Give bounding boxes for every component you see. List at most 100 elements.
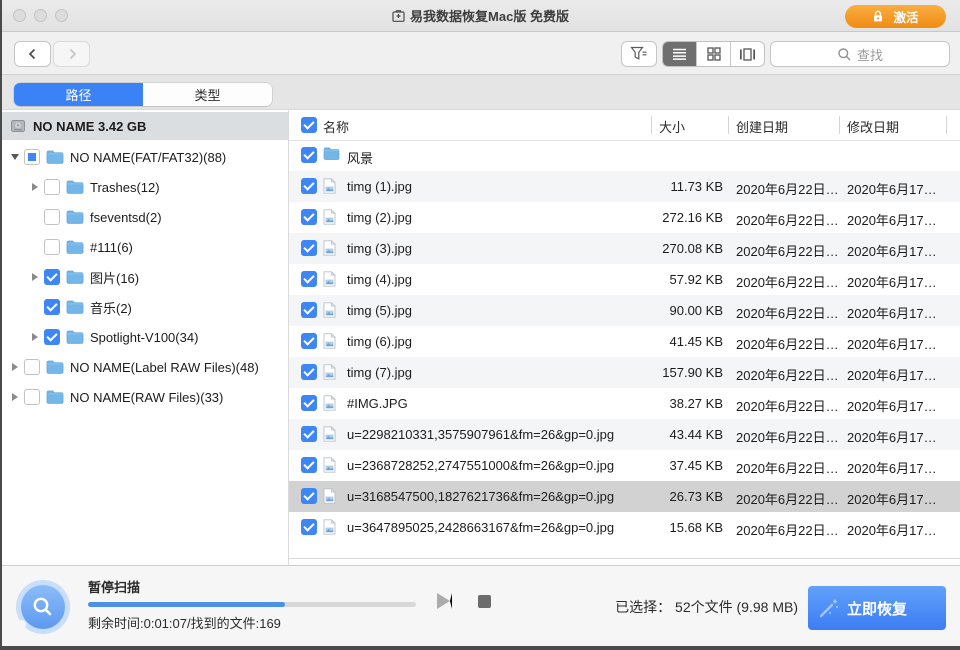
row-checkbox[interactable] — [301, 457, 317, 473]
file-size: 157.90 KB — [635, 365, 723, 380]
row-checkbox[interactable] — [301, 426, 317, 442]
disclosure-right-icon[interactable] — [28, 271, 41, 284]
file-modified: 2020年6月17… — [847, 396, 937, 415]
view-mode-segmented — [662, 41, 765, 67]
column-modified[interactable]: 修改日期 — [847, 117, 899, 136]
disclosure-right-icon[interactable] — [28, 331, 41, 344]
disclosure-right-icon[interactable] — [8, 391, 21, 404]
image-file-icon — [323, 488, 336, 504]
tree-checkbox[interactable] — [44, 209, 60, 225]
file-created: 2020年6月22日… — [736, 520, 839, 539]
image-file-icon — [323, 240, 336, 256]
file-created: 2020年6月22日… — [736, 427, 839, 446]
tree-checkbox[interactable] — [44, 299, 60, 315]
column-divider[interactable] — [728, 116, 729, 134]
table-row[interactable]: #IMG.JPG38.27 KB2020年6月22日…2020年6月17… — [289, 388, 960, 419]
tree-item-label: NO NAME(RAW Files)(33) — [70, 390, 223, 405]
tree-checkbox[interactable] — [24, 149, 40, 165]
table-row[interactable]: timg (1).jpg11.73 KB2020年6月22日…2020年6月17… — [289, 171, 960, 202]
column-divider[interactable] — [651, 116, 652, 134]
scan-progress-fill — [88, 602, 285, 607]
column-divider[interactable] — [946, 116, 947, 134]
tree-item[interactable]: Spotlight-V100(34) — [0, 322, 287, 352]
recover-now-button[interactable]: 立即恢复 — [808, 586, 946, 630]
resume-scan-button[interactable] — [437, 593, 452, 609]
disclosure-down-icon[interactable] — [8, 151, 21, 164]
table-row[interactable]: timg (2).jpg272.16 KB2020年6月22日…2020年6月1… — [289, 202, 960, 233]
row-checkbox[interactable] — [301, 364, 317, 380]
table-row[interactable]: timg (3).jpg270.08 KB2020年6月22日…2020年6月1… — [289, 233, 960, 264]
file-name: u=3647895025,2428663167&fm=26&gp=0.jpg — [347, 520, 614, 535]
window-title-text: 易我数据恢复Mac版 免费版 — [410, 6, 569, 25]
tree-checkbox[interactable] — [44, 269, 60, 285]
tree-item[interactable]: Trashes(12) — [0, 172, 287, 202]
row-checkbox[interactable] — [301, 302, 317, 318]
tree-checkbox[interactable] — [24, 359, 40, 375]
table-row[interactable]: u=3647895025,2428663167&fm=26&gp=0.jpg 15… — [289, 512, 960, 543]
tree-item[interactable]: #111(6) — [0, 232, 287, 262]
stop-scan-button[interactable] — [478, 595, 491, 608]
table-row[interactable]: timg (7).jpg157.90 KB2020年6月22日…2020年6月1… — [289, 357, 960, 388]
table-row[interactable]: 风景 — [289, 140, 960, 171]
device-label: NO NAME 3.42 GB — [33, 119, 146, 134]
column-divider[interactable] — [839, 116, 840, 134]
disclosure-right-icon[interactable] — [8, 361, 21, 374]
column-size[interactable]: 大小 — [659, 117, 685, 136]
tab-path[interactable]: 路径 — [14, 83, 143, 106]
row-checkbox[interactable] — [301, 271, 317, 287]
tree-checkbox[interactable] — [44, 329, 60, 345]
table-row[interactable]: u=2368728252,2747551000&fm=26&gp=0.jpg37… — [289, 450, 960, 481]
tree-item[interactable]: 图片(16) — [0, 262, 287, 292]
file-modified: 2020年6月17… — [847, 520, 937, 539]
tree-item-label: NO NAME(FAT/FAT32)(88) — [70, 150, 226, 165]
folder-icon — [66, 240, 84, 254]
tree-item-label: NO NAME(Label RAW Files)(48) — [70, 360, 259, 375]
tree-item[interactable]: NO NAME(RAW Files)(33) — [0, 382, 287, 412]
file-size: 272.16 KB — [635, 210, 723, 225]
row-checkbox[interactable] — [301, 395, 317, 411]
row-checkbox[interactable] — [301, 240, 317, 256]
filter-button[interactable] — [621, 41, 657, 67]
search-input[interactable]: 查找 — [770, 41, 950, 67]
row-checkbox[interactable] — [301, 488, 317, 504]
image-file-icon — [323, 426, 336, 442]
row-checkbox[interactable] — [301, 209, 317, 225]
column-created[interactable]: 创建日期 — [736, 117, 788, 136]
file-size: 37.45 KB — [635, 458, 723, 473]
tree-item[interactable]: 音乐(2) — [0, 292, 287, 322]
tree-checkbox[interactable] — [44, 179, 60, 195]
row-checkbox[interactable] — [301, 333, 317, 349]
activate-button[interactable]: 激活 — [845, 5, 946, 28]
row-checkbox[interactable] — [301, 519, 317, 535]
selection-summary: 已选择： 52个文件 (9.98 MB) — [615, 597, 798, 617]
tree-checkbox[interactable] — [24, 389, 40, 405]
table-row[interactable]: timg (5).jpg90.00 KB2020年6月22日…2020年6月17… — [289, 295, 960, 326]
tree-item[interactable]: fseventsd(2) — [0, 202, 287, 232]
table-row[interactable]: u=2298210331,3575907961&fm=26&gp=0.jpg43… — [289, 419, 960, 450]
coverflow-view-button[interactable] — [731, 42, 764, 66]
status-bar: 暂停扫描 剩余时间:0:01:07/找到的文件:169 已选择： 52个文件 (… — [0, 565, 960, 650]
tree-checkbox[interactable] — [44, 239, 60, 255]
tree-item[interactable]: NO NAME(FAT/FAT32)(88) — [0, 142, 287, 172]
file-created: 2020年6月22日… — [736, 396, 839, 415]
disclosure-right-icon[interactable] — [28, 181, 41, 194]
file-created: 2020年6月22日… — [736, 458, 839, 477]
forward-button[interactable] — [53, 41, 90, 67]
grid-view-button[interactable] — [697, 42, 731, 66]
back-button[interactable] — [14, 41, 51, 67]
table-row[interactable]: timg (4).jpg57.92 KB2020年6月22日…2020年6月17… — [289, 264, 960, 295]
file-size: 15.68 KB — [635, 520, 723, 535]
folder-icon — [66, 300, 84, 314]
file-modified: 2020年6月17… — [847, 334, 937, 353]
table-row[interactable]: u=3168547500,1827621736&fm=26&gp=0.jpg26… — [289, 481, 960, 512]
nav-buttons — [14, 41, 90, 67]
tree-item[interactable]: NO NAME(Label RAW Files)(48) — [0, 352, 287, 382]
table-row[interactable]: timg (6).jpg41.45 KB2020年6月22日…2020年6月17… — [289, 326, 960, 357]
row-checkbox[interactable] — [301, 147, 317, 163]
column-name[interactable]: 名称 — [323, 117, 349, 136]
select-all-checkbox[interactable] — [301, 117, 317, 133]
file-created: 2020年6月22日… — [736, 241, 839, 260]
list-view-button[interactable] — [663, 42, 697, 66]
row-checkbox[interactable] — [301, 178, 317, 194]
tab-type[interactable]: 类型 — [143, 83, 272, 106]
